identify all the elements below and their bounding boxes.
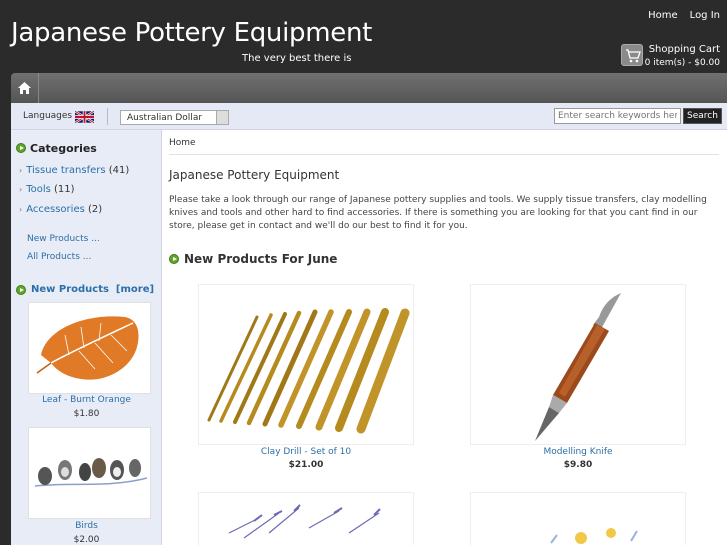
- category-item-tools[interactable]: › Tools (11): [19, 184, 75, 195]
- product-name[interactable]: Modelling Knife: [470, 447, 686, 457]
- category-item-tissue-transfers[interactable]: › Tissue transfers (41): [19, 165, 129, 176]
- bullet-arrow-icon: [16, 285, 26, 295]
- all-products-link[interactable]: All Products ...: [27, 252, 91, 262]
- breadcrumb[interactable]: Home: [169, 138, 196, 148]
- category-count: (2): [88, 204, 103, 215]
- side-product-price: $1.80: [73, 409, 100, 419]
- languages-label: Languages: [23, 111, 73, 121]
- search-button[interactable]: Search: [683, 108, 722, 124]
- product-image-leaf[interactable]: [28, 302, 151, 394]
- chevron-right-icon: ›: [19, 185, 23, 194]
- main-navbar: [11, 73, 727, 103]
- product-price: $21.00: [288, 460, 324, 470]
- cart-summary[interactable]: 0 item(s) - $0.00: [645, 58, 720, 68]
- site-title[interactable]: Japanese Pottery Equipment: [11, 18, 372, 48]
- section-title: New Products For June: [184, 252, 338, 266]
- more-link[interactable]: [more]: [116, 284, 154, 295]
- category-name[interactable]: Tools: [26, 184, 51, 195]
- home-link[interactable]: Home: [648, 10, 678, 21]
- new-products-heading-label[interactable]: New Products: [31, 284, 109, 295]
- chevron-down-icon[interactable]: [216, 111, 228, 124]
- side-product-name[interactable]: Leaf - Burnt Orange: [11, 395, 162, 405]
- new-products-heading[interactable]: New Products [more]: [31, 284, 154, 295]
- product-image-clay-drill[interactable]: [198, 284, 414, 445]
- side-product-name[interactable]: Birds: [11, 521, 162, 531]
- shopping-cart-icon[interactable]: [621, 44, 643, 66]
- main-content: Home Japanese Pottery Equipment Please t…: [162, 130, 727, 545]
- breadcrumb-divider: [169, 154, 719, 155]
- categories-heading: Categories: [30, 142, 97, 155]
- top-links: Home Log In: [648, 10, 720, 21]
- chevron-right-icon: ›: [19, 166, 23, 175]
- home-icon: [18, 82, 31, 94]
- site-tagline: The very best there is: [242, 53, 352, 64]
- product-price: $9.80: [563, 460, 593, 470]
- product-image-flowers[interactable]: [470, 492, 686, 545]
- product-name[interactable]: Clay Drill - Set of 10: [198, 447, 414, 457]
- site-header: Japanese Pottery Equipment The very best…: [0, 0, 727, 75]
- currency-value: Australian Dollar: [127, 113, 203, 123]
- home-button[interactable]: [11, 73, 39, 103]
- cart-title[interactable]: Shopping Cart: [649, 44, 720, 55]
- category-count: (11): [54, 184, 75, 195]
- login-link[interactable]: Log In: [690, 10, 720, 21]
- product-image-birds[interactable]: [28, 427, 151, 519]
- uk-flag-icon[interactable]: [75, 111, 94, 123]
- page-title: Japanese Pottery Equipment: [169, 168, 340, 182]
- category-name[interactable]: Accessories: [26, 204, 85, 215]
- chevron-right-icon: ›: [19, 205, 23, 214]
- toolbar: Languages Australian Dollar Search: [11, 103, 727, 130]
- product-image-bamboo[interactable]: [198, 492, 414, 545]
- category-item-accessories[interactable]: › Accessories (2): [19, 204, 102, 215]
- new-products-link[interactable]: New Products ...: [27, 234, 100, 244]
- category-count: (41): [108, 165, 130, 176]
- intro-text: Please take a look through our range of …: [169, 195, 707, 231]
- sidebar: Categories › Tissue transfers (41) › Tools…: [11, 130, 162, 545]
- bullet-arrow-icon: [16, 143, 26, 153]
- toolbar-divider: [107, 108, 108, 125]
- side-product-price: $2.00: [73, 535, 100, 545]
- product-image-modelling-knife[interactable]: [470, 284, 686, 445]
- search-input[interactable]: [554, 108, 681, 124]
- bullet-arrow-icon: [169, 254, 179, 264]
- currency-select[interactable]: Australian Dollar: [120, 110, 229, 125]
- category-name[interactable]: Tissue transfers: [26, 165, 105, 176]
